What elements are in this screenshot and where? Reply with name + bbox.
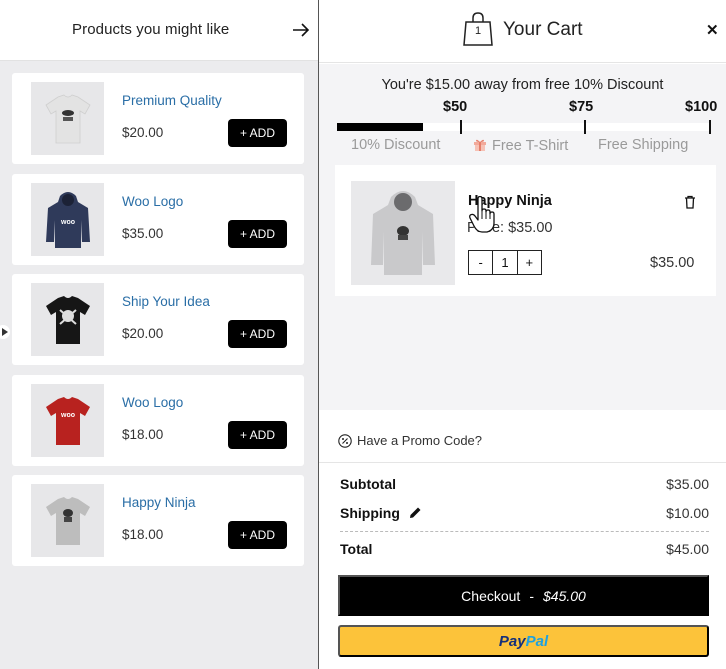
total-label: Total — [340, 541, 373, 557]
discount-progress-message: You're $15.00 away from free 10% Discoun… — [381, 77, 664, 93]
paypal-button[interactable]: Pay Pal — [338, 625, 709, 657]
product-name[interactable]: Happy Ninja — [122, 495, 196, 510]
cart-item-image[interactable] — [351, 181, 455, 285]
paypal-logo-pay: Pay — [498, 632, 526, 650]
product-name[interactable]: Woo Logo — [122, 395, 183, 410]
quantity-value[interactable]: 1 — [492, 251, 518, 274]
decrement-button[interactable]: - — [469, 251, 492, 274]
milestone-value: $100 — [685, 99, 718, 115]
trash-icon[interactable] — [684, 195, 696, 209]
suggestions-panel: Products you might like Premium Quality … — [0, 0, 318, 669]
cart-header: 1 Your Cart ✕ — [319, 0, 726, 63]
product-name[interactable]: Premium Quality — [122, 93, 222, 108]
suggestions-header: Products you might like — [0, 0, 318, 61]
checkout-amount: $45.00 — [543, 587, 586, 604]
checkout-label: Checkout — [461, 587, 521, 604]
cart-item-total: $35.00 — [650, 255, 695, 271]
tshirt-icon — [45, 496, 90, 545]
milestone-label: Free T-Shirt — [492, 138, 569, 154]
progress-fill — [337, 123, 423, 131]
promo-code-label[interactable]: Have a Promo Code? — [357, 433, 482, 448]
hoodie-icon — [371, 191, 435, 275]
milestone-tick — [460, 120, 462, 134]
shipping-label: Shipping — [340, 505, 400, 521]
cart-count: 1 — [474, 25, 482, 37]
product-name[interactable]: Ship Your Idea — [122, 294, 210, 309]
milestone-label: Free Shipping — [598, 137, 689, 153]
add-button[interactable]: + ADD — [228, 521, 287, 549]
tshirt-icon: woo — [45, 396, 90, 445]
product-image[interactable]: woo — [31, 384, 104, 457]
milestone-label: 10% Discount — [351, 137, 441, 153]
arrow-right-icon[interactable] — [292, 22, 310, 38]
cart-summary: Have a Promo Code? Subtotal $35.00 Shipp… — [319, 410, 726, 669]
product-price: $18.00 — [122, 527, 164, 542]
divider — [319, 462, 726, 463]
checkout-separator: - — [529, 587, 534, 604]
add-button[interactable]: + ADD — [228, 320, 287, 348]
product-card[interactable]: woo Woo Logo $18.00 + ADD — [12, 375, 304, 466]
cart-panel: 1 Your Cart ✕ You're $15.00 away from fr… — [319, 0, 726, 669]
chevron-right-icon — [1, 328, 8, 336]
tshirt-icon — [45, 295, 90, 344]
milestone-tick — [709, 120, 711, 134]
shipping-value: $10.00 — [666, 505, 709, 521]
add-button[interactable]: + ADD — [228, 119, 287, 147]
product-card[interactable]: Happy Ninja $18.00 + ADD — [12, 475, 304, 566]
collapse-handle[interactable] — [0, 325, 10, 339]
milestone-tick — [584, 120, 586, 134]
paypal-logo-pal: Pal — [525, 632, 549, 650]
discount-icon — [338, 433, 352, 448]
total-value: $45.00 — [666, 541, 709, 557]
product-price: $18.00 — [122, 427, 164, 442]
product-card[interactable]: Ship Your Idea $20.00 + ADD — [12, 274, 304, 365]
milestone-value: $50 — [443, 99, 468, 115]
product-name[interactable]: Woo Logo — [122, 194, 183, 209]
product-card[interactable]: Premium Quality $20.00 + ADD — [12, 73, 304, 164]
subtotal-value: $35.00 — [666, 476, 709, 492]
hand-cursor-icon — [469, 196, 495, 233]
divider — [340, 531, 709, 532]
svg-text:woo: woo — [60, 412, 75, 419]
product-image[interactable] — [31, 484, 104, 557]
product-image[interactable] — [31, 283, 104, 356]
product-image[interactable] — [31, 82, 104, 155]
add-button[interactable]: + ADD — [228, 421, 287, 449]
shipping-row: Shipping — [340, 505, 422, 521]
hoodie-icon: woo — [45, 191, 90, 248]
product-card[interactable]: woo Woo Logo $35.00 + ADD — [12, 174, 304, 265]
suggestions-title: Products you might like — [72, 21, 230, 38]
cart-item: Happy Ninja Price: $35.00 - 1 + $35.00 — [335, 165, 716, 296]
checkout-button[interactable]: Checkout - $45.00 — [338, 575, 709, 616]
milestone-value: $75 — [569, 99, 594, 115]
tshirt-icon — [44, 94, 91, 143]
cart-upper: You're $15.00 away from free 10% Discoun… — [319, 64, 726, 410]
pencil-icon[interactable] — [409, 506, 422, 519]
add-button[interactable]: + ADD — [228, 220, 287, 248]
product-price: $35.00 — [122, 226, 164, 241]
increment-button[interactable]: + — [518, 251, 541, 274]
promo-code-toggle[interactable]: Have a Promo Code? — [338, 433, 482, 448]
quantity-stepper[interactable]: - 1 + — [468, 250, 542, 275]
product-price: $20.00 — [122, 125, 164, 140]
product-price: $20.00 — [122, 326, 164, 341]
close-icon[interactable]: ✕ — [706, 21, 719, 39]
svg-text:woo: woo — [60, 219, 75, 226]
milestone-label-gift: Free T-Shirt — [473, 137, 568, 154]
product-image[interactable]: woo — [31, 183, 104, 256]
subtotal-label: Subtotal — [340, 476, 396, 492]
gift-icon — [474, 139, 486, 151]
cart-title: Your Cart — [503, 19, 583, 40]
